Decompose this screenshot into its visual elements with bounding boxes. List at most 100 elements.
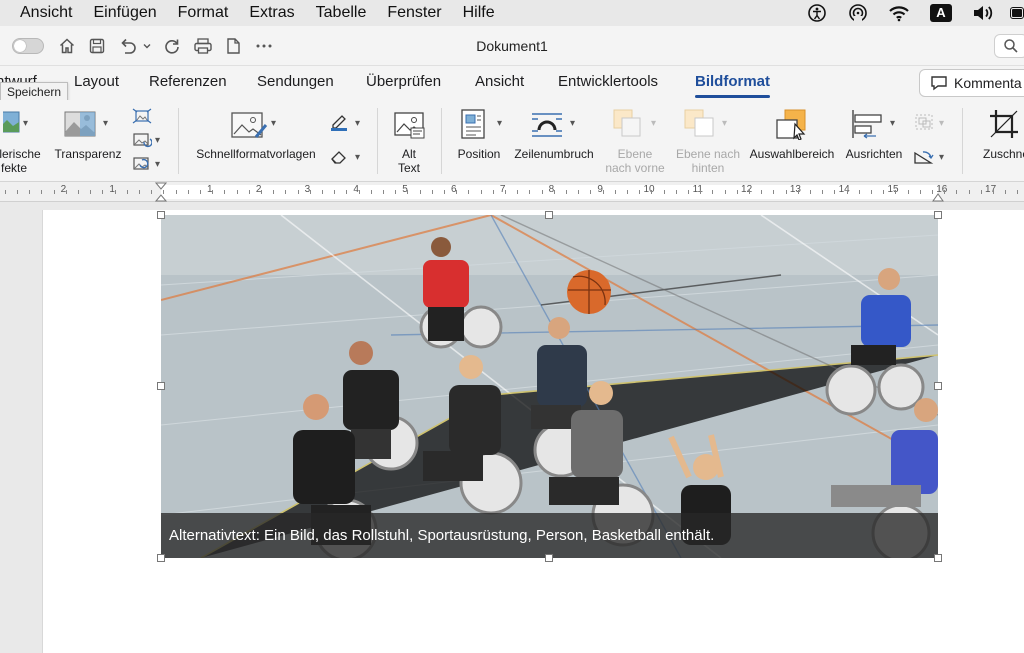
transparency-chevron-down-icon[interactable]: ▾ [103,118,108,129]
comment-icon [931,76,947,91]
ruler-tick [639,190,641,194]
ruler-tick [334,190,336,194]
position-button[interactable] [458,108,488,140]
selection-pane-label: Auswahlbereich [749,147,835,161]
position-chevron-down-icon[interactable]: ▾ [497,118,502,129]
compress-pictures-button[interactable] [131,108,153,126]
group-button[interactable] [913,112,935,132]
save-tooltip: Speichern [0,82,69,102]
send-backward-button[interactable] [683,108,715,138]
alt-text-label-2: Text [397,161,420,175]
horizontal-ruler[interactable]: 2 1 1 2 3 4 5 6 7 8 9 10 11 12 13 14 15 16 17 [0,182,1024,202]
send-backward-chevron-down-icon[interactable]: ▾ [722,118,727,129]
quick-styles-chevron-down-icon[interactable]: ▾ [271,118,276,129]
input-source-label: A [930,4,952,22]
change-picture-chevron-down-icon[interactable]: ▾ [155,135,160,146]
artistic-effects-chevron-down-icon[interactable]: ▾ [23,118,28,129]
ruler-tick [370,190,372,194]
ruler-tick [614,190,616,194]
menu-extras[interactable]: Extras [249,4,294,22]
crop-button[interactable] [988,108,1022,140]
ruler-tick [968,190,970,194]
menu-bar: Ansicht Einfügen Format Extras Tabelle F… [0,0,1024,26]
ruler-tick [346,190,348,194]
resize-handle-right[interactable] [934,382,942,390]
menu-hilfe[interactable]: Hilfe [463,4,495,22]
menu-einfuegen[interactable]: Einfügen [93,4,156,22]
reset-picture-chevron-down-icon[interactable]: ▾ [155,159,160,170]
airdrop-icon[interactable] [847,3,869,23]
tab-ansicht[interactable]: Ansicht [475,73,524,90]
resize-handle-bottom[interactable] [545,554,553,562]
tab-ueberpruefen[interactable]: Überprüfen [366,73,441,90]
resize-handle-top-right[interactable] [934,211,942,219]
selection-pane-icon [776,109,806,141]
ruler-number: 11 [692,184,703,195]
comments-button[interactable]: Kommenta [919,69,1024,97]
ruler-tick [980,190,982,194]
tab-sendungen[interactable]: Sendungen [257,73,334,90]
ruler-right-indent-marker[interactable] [932,190,944,202]
rotate-chevron-down-icon[interactable]: ▾ [939,152,944,163]
ruler-number: 12 [741,184,753,195]
accessibility-icon[interactable] [806,3,828,23]
volume-icon[interactable] [972,3,994,23]
resize-handle-bottom-left[interactable] [157,554,165,562]
alt-text-label-1: Alt [401,147,416,161]
picture-effects-button[interactable] [327,148,351,168]
selection-pane-button[interactable] [775,108,809,141]
bring-forward-label-1: Ebene [617,147,653,161]
resize-handle-top[interactable] [545,211,553,219]
change-picture-button[interactable] [131,132,153,150]
ruler-tick [566,190,568,194]
align-chevron-down-icon[interactable]: ▾ [890,118,895,129]
battery-icon[interactable] [1010,3,1024,23]
ruler-tick [590,190,592,194]
ruler-tick [602,190,604,194]
comments-label: Kommenta [954,75,1022,91]
tab-referenzen[interactable]: Referenzen [149,73,227,90]
selected-picture[interactable]: Alternativtext: Ein Bild, das Rollstuhl,… [161,215,938,558]
tab-entwicklertools[interactable]: Entwicklertools [558,73,658,90]
bring-forward-chevron-down-icon[interactable]: ▾ [651,118,656,129]
resize-handle-top-left[interactable] [157,211,165,219]
alt-text-icon [394,112,425,139]
artistic-effects-button[interactable] [0,110,24,136]
align-button[interactable] [850,108,884,140]
resize-handle-bottom-right[interactable] [934,554,942,562]
wifi-icon[interactable] [888,3,910,23]
align-icon [852,110,882,139]
ruler-tick [1017,190,1019,194]
transparency-button[interactable] [62,110,98,138]
picture-border-chevron-down-icon[interactable]: ▾ [355,118,360,129]
group-chevron-down-icon[interactable]: ▾ [939,118,944,129]
bring-forward-button[interactable] [612,108,642,138]
ruler-tick [248,190,250,194]
ruler-indent-marker[interactable] [155,182,167,202]
wrap-text-chevron-down-icon[interactable]: ▾ [570,118,575,129]
wheelchair-basketball-photo [161,215,938,558]
search-button[interactable] [994,34,1024,58]
transparency-label: Transparenz [54,147,122,161]
tab-layout[interactable]: Layout [74,73,119,90]
alt-text-button[interactable] [393,110,425,140]
input-source-icon[interactable]: A [929,3,953,23]
ruler-tick [883,190,885,194]
ruler-tick [395,190,397,194]
resize-handle-left[interactable] [157,382,165,390]
menu-fenster[interactable]: Fenster [387,4,441,22]
ruler-tick [688,190,690,194]
picture-border-button[interactable] [327,112,351,132]
quick-styles-button[interactable] [230,110,268,140]
tab-bildformat[interactable]: Bildformat [695,73,770,98]
menu-ansicht[interactable]: Ansicht [20,4,72,22]
artistic-effects-label-2: fekte [0,161,27,175]
rotate-button[interactable] [913,148,935,168]
reset-picture-button[interactable] [131,156,153,174]
picture-effects-chevron-down-icon[interactable]: ▾ [355,152,360,163]
wrap-text-button[interactable] [530,110,564,140]
ruler-tick [700,190,702,194]
ruler-tick [456,190,458,194]
menu-format[interactable]: Format [178,4,229,22]
menu-tabelle[interactable]: Tabelle [316,4,367,22]
